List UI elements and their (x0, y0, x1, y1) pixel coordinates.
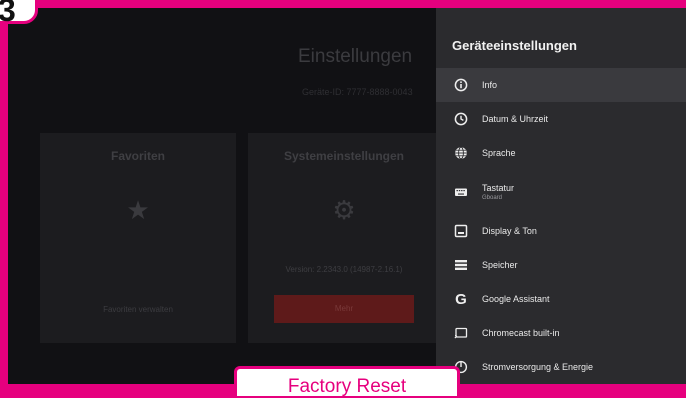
settings-item-label: Info (482, 80, 498, 90)
version-label: Version: 2.2343.0 (14987-2.16.1) (285, 265, 403, 274)
manage-favorites-link[interactable]: Favoriten verwalten (40, 305, 236, 314)
background-title: Einstellungen (298, 46, 413, 67)
settings-item-sublabel: Gboard (482, 195, 503, 201)
settings-item-label: Tastatur (482, 183, 515, 193)
settings-item-label: Display & Ton (482, 226, 537, 236)
panel-title: Geräteeinstellungen (452, 38, 577, 53)
settings-item-storage[interactable]: Speicher (436, 248, 686, 282)
settings-item-label: Sprache (482, 148, 516, 158)
settings-item-info[interactable]: Info (436, 68, 686, 102)
step-number: 3 (0, 0, 16, 28)
google-icon: G (455, 290, 467, 308)
settings-item-label: Stromversorgung & Energie (482, 362, 594, 372)
settings-item-label: Google Assistant (482, 294, 550, 304)
settings-item-label: Chromecast built-in (482, 328, 560, 338)
device-settings-panel: Geräteeinstellungen Info Datum & Uhrzeit… (436, 8, 686, 384)
settings-item-label: Speicher (482, 260, 518, 270)
system-settings-card[interactable]: Systemeinstellungen ⚙ Version: 2.2343.0 … (248, 133, 440, 343)
favorites-card[interactable]: Favoriten ★ Favoriten verwalten (40, 133, 236, 343)
settings-item-power[interactable]: Stromversorgung & Energie (436, 350, 686, 384)
keyboard-icon (452, 183, 470, 201)
star-icon: ★ (126, 195, 150, 225)
settings-item-chromecast[interactable]: Chromecast built-in (436, 316, 686, 350)
settings-item-google-assistant[interactable]: G Google Assistant (436, 282, 686, 316)
settings-item-label: Datum & Uhrzeit (482, 114, 549, 124)
globe-icon (452, 144, 470, 162)
favorites-card-title: Favoriten (110, 149, 165, 163)
settings-item-language[interactable]: Sprache (436, 136, 686, 170)
cast-icon (452, 324, 470, 342)
caption-box: Factory Reset (234, 366, 460, 397)
info-icon (452, 76, 470, 94)
settings-list: Info Datum & Uhrzeit Sprache Tastatur Gb… (436, 68, 686, 384)
caption-text: Factory Reset (287, 376, 407, 397)
settings-item-display-sound[interactable]: Display & Ton (436, 214, 686, 248)
clock-icon (452, 110, 470, 128)
gear-icon: ⚙ (332, 195, 356, 225)
device-id-label: Geräte-ID: 7777-8888-0043 (302, 87, 413, 97)
tv-screen: Einstellungen Geräte-ID: 7777-8888-0043 … (8, 8, 686, 384)
system-settings-card-title: Systemeinstellungen (283, 149, 405, 163)
settings-item-date-time[interactable]: Datum & Uhrzeit (436, 102, 686, 136)
storage-icon (452, 256, 470, 274)
more-button[interactable]: Mehr (274, 295, 414, 323)
settings-item-keyboard[interactable]: Tastatur Gboard (436, 170, 686, 214)
display-icon (452, 222, 470, 240)
